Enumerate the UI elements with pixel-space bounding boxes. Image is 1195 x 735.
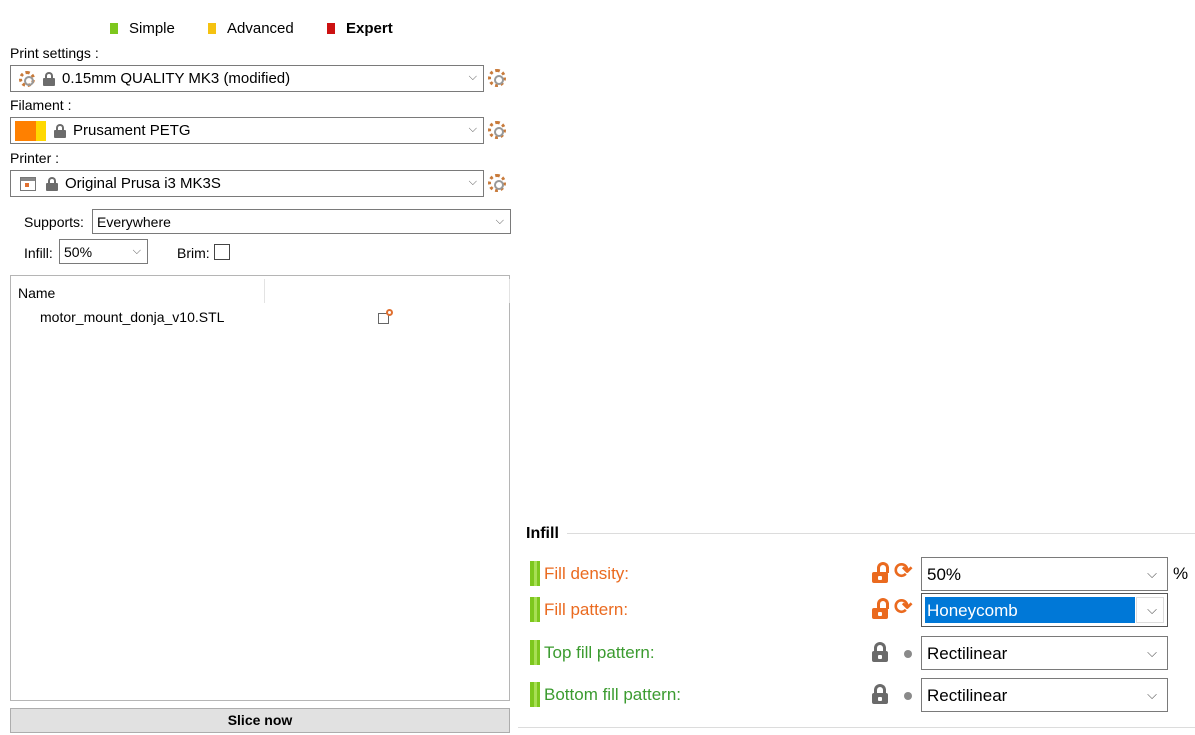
unlocked-icon[interactable]: [872, 562, 889, 583]
fill-pattern-combo[interactable]: Honeycomb ⌵: [921, 593, 1168, 627]
mode-advanced-label: Advanced: [227, 20, 294, 37]
bottom-fill-pattern-label: Bottom fill pattern:: [544, 685, 682, 704]
undo-arrow-icon[interactable]: ⟳: [894, 596, 912, 618]
chevron-down-icon: ⌵: [468, 176, 477, 188]
mode-advanced[interactable]: Advanced: [208, 20, 294, 37]
infill-quick-value: 50%: [64, 243, 93, 260]
chevron-down-icon: ⌵: [132, 245, 141, 257]
chevron-down-icon: ⌵: [495, 215, 504, 227]
chevron-down-icon: ⌵: [468, 71, 477, 83]
advanced-mode-icon: [208, 23, 216, 34]
brim-checkbox[interactable]: [214, 244, 230, 260]
mode-expert[interactable]: Expert: [327, 20, 393, 37]
option-row-fill-pattern: Fill pattern: ⟳ Honeycomb ⌵: [528, 593, 1195, 629]
expert-mode-marker-icon: [530, 640, 540, 665]
object-name: motor_mount_donja_v10.STL: [40, 309, 225, 325]
print-settings-value: 0.15mm QUALITY MK3 (modified): [62, 70, 291, 87]
print-settings-label: Print settings :: [10, 45, 99, 61]
filament-color-swatch: [15, 120, 46, 141]
bottom-fill-pattern-value: Rectilinear: [927, 686, 1008, 705]
fill-pattern-value: Honeycomb: [925, 597, 1135, 623]
simple-mode-icon: [110, 23, 118, 34]
supports-label: Supports:: [24, 214, 84, 230]
lock-icon: [872, 684, 888, 704]
bottom-fill-pattern-combo[interactable]: Rectilinear ⌵: [921, 678, 1168, 712]
mode-simple[interactable]: Simple: [110, 20, 175, 37]
chevron-down-icon: ⌵: [1147, 645, 1157, 660]
filament-combo[interactable]: Prusament PETG ⌵: [10, 117, 484, 144]
option-row-top-fill-pattern: Top fill pattern: Rectilinear ⌵: [528, 636, 1195, 672]
infill-quick-combo[interactable]: 50% ⌵: [59, 239, 148, 264]
object-settings-icon[interactable]: [378, 309, 394, 325]
object-list[interactable]: Name motor_mount_donja_v10.STL: [10, 275, 510, 701]
lock-icon: [46, 176, 58, 191]
filament-value: Prusament PETG: [73, 122, 191, 139]
option-row-bottom-fill-pattern: Bottom fill pattern: Rectilinear ⌵: [528, 678, 1195, 714]
lock-icon: [43, 71, 55, 86]
chevron-down-icon: ⌵: [1147, 602, 1157, 617]
printer-combo[interactable]: Original Prusa i3 MK3S ⌵: [10, 170, 484, 197]
print-settings-edit-gear-icon[interactable]: [488, 69, 506, 87]
fill-density-label: Fill density:: [544, 564, 630, 583]
object-list-header: Name: [11, 276, 510, 304]
bullet-icon: [904, 692, 912, 700]
printer-edit-gear-icon[interactable]: [488, 174, 506, 192]
printer-icon: [20, 176, 36, 191]
undo-arrow-icon[interactable]: ⟳: [894, 560, 912, 582]
brim-label: Brim:: [177, 245, 210, 261]
supports-combo[interactable]: Everywhere ⌵: [92, 209, 511, 234]
expert-mode-icon: [327, 23, 335, 34]
filament-label: Filament :: [10, 97, 72, 113]
column-header-name[interactable]: Name: [18, 285, 55, 301]
settings-gear-icon: [19, 70, 35, 87]
fill-density-combo[interactable]: 50% ⌵: [921, 557, 1168, 591]
section-divider: [567, 533, 1195, 534]
unlocked-icon[interactable]: [872, 598, 889, 619]
expert-mode-marker-icon: [530, 561, 540, 586]
infill-quick-label: Infill:: [24, 245, 53, 261]
slice-now-button[interactable]: Slice now: [10, 708, 510, 733]
expert-mode-marker-icon: [530, 682, 540, 707]
column-divider: [509, 279, 510, 303]
lock-icon: [872, 642, 888, 662]
fill-pattern-label: Fill pattern:: [544, 600, 629, 619]
expert-mode-marker-icon: [530, 597, 540, 622]
mode-selector: Simple Advanced Expert: [0, 14, 512, 44]
option-row-fill-density: Fill density: ⟳ 50% ⌵ %: [528, 557, 1195, 593]
bullet-icon: [904, 650, 912, 658]
printer-value: Original Prusa i3 MK3S: [65, 175, 221, 192]
column-divider[interactable]: [264, 279, 265, 303]
fill-density-unit: %: [1173, 564, 1189, 583]
section-divider: [518, 727, 1195, 728]
infill-section-title: Infill: [526, 525, 559, 542]
list-item[interactable]: motor_mount_donja_v10.STL: [11, 306, 509, 330]
fill-density-value: 50%: [927, 565, 962, 584]
chevron-down-icon: ⌵: [1147, 566, 1157, 581]
lock-icon: [54, 123, 66, 138]
chevron-down-icon: ⌵: [1147, 687, 1157, 702]
chevron-down-icon: ⌵: [468, 123, 477, 135]
top-fill-pattern-label: Top fill pattern:: [544, 643, 655, 662]
filament-edit-gear-icon[interactable]: [488, 121, 506, 139]
mode-simple-label: Simple: [129, 20, 175, 37]
top-fill-pattern-value: Rectilinear: [927, 644, 1008, 663]
print-settings-combo[interactable]: 0.15mm QUALITY MK3 (modified) ⌵: [10, 65, 484, 92]
printer-label: Printer :: [10, 150, 60, 166]
mode-expert-label: Expert: [346, 20, 393, 37]
top-fill-pattern-combo[interactable]: Rectilinear ⌵: [921, 636, 1168, 670]
supports-value: Everywhere: [97, 213, 171, 230]
